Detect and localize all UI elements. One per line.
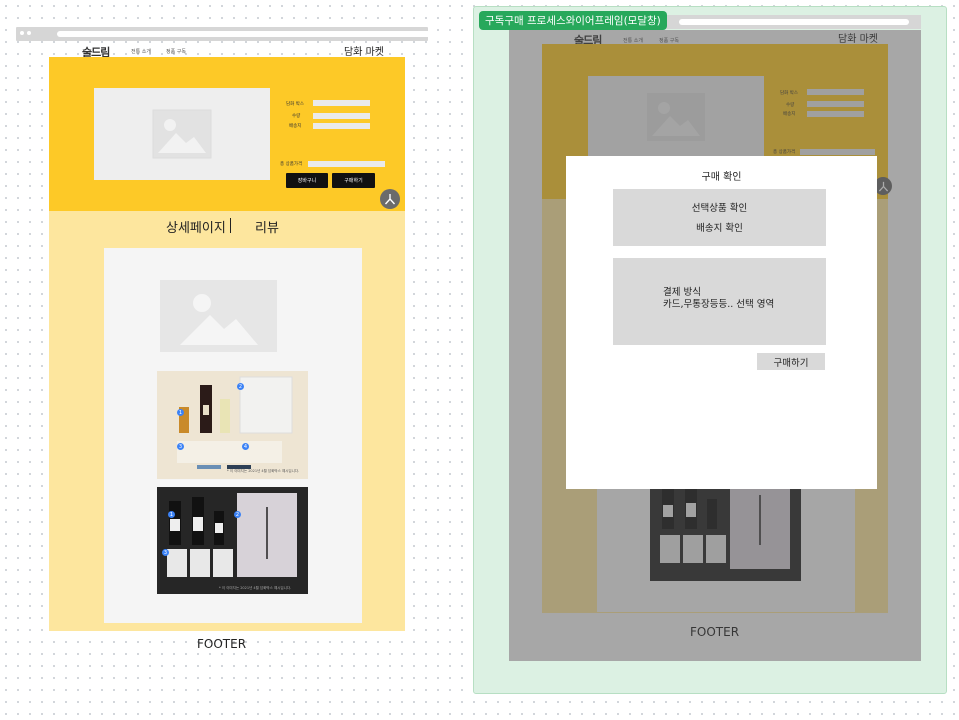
- box-select[interactable]: [313, 100, 370, 106]
- tab-detail[interactable]: 상세페이지: [166, 217, 226, 236]
- photo-caption: * 이 이미지는 2021년 4월 담화박스 예시입니다.: [227, 469, 300, 473]
- product-photo-light: 1 2 3 4 * 이 이미지는 2021년 4월 담화박스 예시입니다.: [157, 371, 308, 479]
- number-badge: 3: [162, 549, 169, 556]
- bottles-illustration: [167, 493, 297, 577]
- modal-title: 구매 확인: [701, 172, 742, 183]
- number-badge: 2: [234, 511, 241, 518]
- tab-divider: [230, 218, 231, 233]
- nav-link-intro[interactable]: 전통 소개: [131, 48, 151, 55]
- address-label: 배송지: [289, 124, 302, 129]
- payment-description: 카드,무통장등등.. 선택 영역: [663, 299, 775, 310]
- address-field[interactable]: [313, 123, 370, 129]
- person-icon: [384, 194, 396, 205]
- quantity-label: 수량: [292, 114, 301, 119]
- frame-label[interactable]: 구독구매 프로세스와이어프레임(모달창): [479, 11, 667, 30]
- nav-link-subscribe[interactable]: 정품 구독: [166, 48, 186, 55]
- person-icon[interactable]: [380, 189, 400, 209]
- market-title: 담화 마켓: [344, 47, 384, 58]
- photo-caption: * 이 이미지는 2021년 4월 담화박스 예시입니다.: [219, 586, 292, 590]
- quantity-field[interactable]: [313, 113, 370, 119]
- footer: FOOTER: [197, 637, 247, 651]
- number-badge: 2: [237, 383, 244, 390]
- tab-review[interactable]: 리뷰: [255, 217, 279, 236]
- address-bar[interactable]: [57, 31, 433, 37]
- modal-buy-button[interactable]: 구매하기: [757, 353, 825, 370]
- number-badge: 1: [168, 511, 175, 518]
- address-bar[interactable]: [679, 19, 909, 25]
- image-placeholder-icon: [175, 281, 262, 351]
- product-photo-dark: 1 2 3 * 이 이미지는 2021년 4월 담화박스 예시입니다.: [157, 487, 308, 594]
- number-badge: 4: [242, 443, 249, 450]
- product-hero: 담화 박스 수량 배송지 총 상품가격 장바구니 구매하기: [49, 57, 405, 211]
- selected-product-confirm: 선택상품 확인: [691, 203, 748, 214]
- detail-image-placeholder: [160, 280, 277, 352]
- total-price-label: 총 상품가격: [280, 162, 303, 167]
- payment-method-box[interactable]: 결제 방식 카드,무통장등등.. 선택 영역: [613, 258, 826, 345]
- product-image-placeholder: [94, 88, 270, 180]
- number-badge: 3: [177, 443, 184, 450]
- buy-button[interactable]: 구매하기: [332, 173, 375, 188]
- address-confirm: 배송지 확인: [696, 223, 743, 234]
- purchase-confirm-modal: 구매 확인 선택상품 확인 배송지 확인 결제 방식 카드,무통장등등.. 선택…: [566, 156, 877, 489]
- browser-dot-icon: [27, 31, 31, 35]
- bottles-illustration: [177, 376, 293, 469]
- total-price-field: [308, 161, 385, 167]
- browser-bar: [16, 27, 433, 41]
- cart-button[interactable]: 장바구니: [286, 173, 328, 188]
- selection-summary-box: 선택상품 확인 배송지 확인: [613, 189, 826, 246]
- browser-dot-icon: [20, 31, 24, 35]
- box-label: 담화 박스: [286, 102, 304, 107]
- number-badge: 1: [177, 409, 184, 416]
- image-placeholder-icon: [152, 109, 212, 159]
